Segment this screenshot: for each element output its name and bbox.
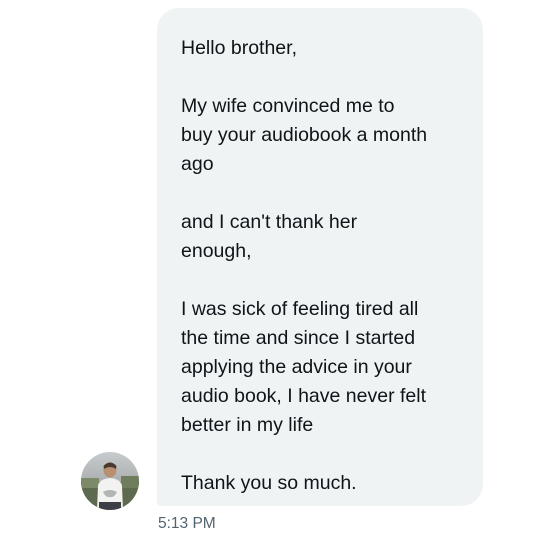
received-message-group: Hello brother, My wife convinced me to b…	[0, 0, 553, 540]
message-paragraph-story: I was sick of feeling tired all the time…	[181, 298, 426, 436]
message-paragraph-greeting: Hello brother,	[181, 37, 297, 59]
message-paragraph-thanks-wife: and I can't thank her enough,	[181, 211, 358, 262]
message-timestamp: 5:13 PM	[158, 515, 216, 532]
message-paragraph-audiobook: My wife convinced me to buy your audiobo…	[181, 95, 428, 175]
avatar[interactable]	[81, 452, 139, 510]
profile-photo-icon	[81, 452, 139, 510]
message-paragraph-closing: Thank you so much.	[181, 472, 357, 494]
message-bubble[interactable]: Hello brother, My wife convinced me to b…	[157, 8, 483, 506]
